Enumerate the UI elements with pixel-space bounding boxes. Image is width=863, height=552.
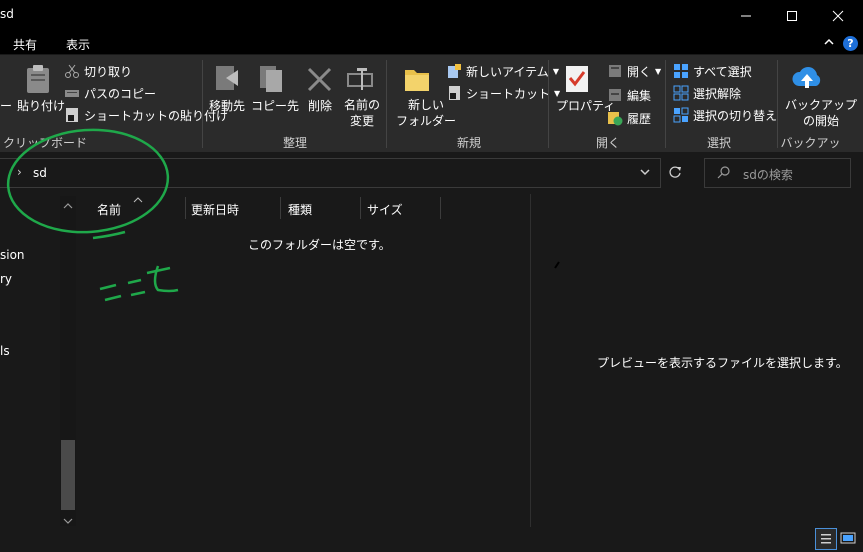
annotation-stroke [104,294,122,302]
large-icons-view-icon [840,532,856,544]
details-view-icon [821,534,831,544]
stray-mark [554,261,560,269]
annotation-tail [92,230,126,240]
details-view-button[interactable] [815,528,837,550]
annotation-stroke [146,265,179,293]
status-bar [0,527,863,551]
annotation-overlay [6,128,560,302]
annotation-stroke [99,283,117,291]
annotation-circle [6,128,170,234]
large-icons-view-button[interactable] [840,530,856,549]
annotation-stroke [130,290,146,297]
annotation-stroke [127,278,142,285]
